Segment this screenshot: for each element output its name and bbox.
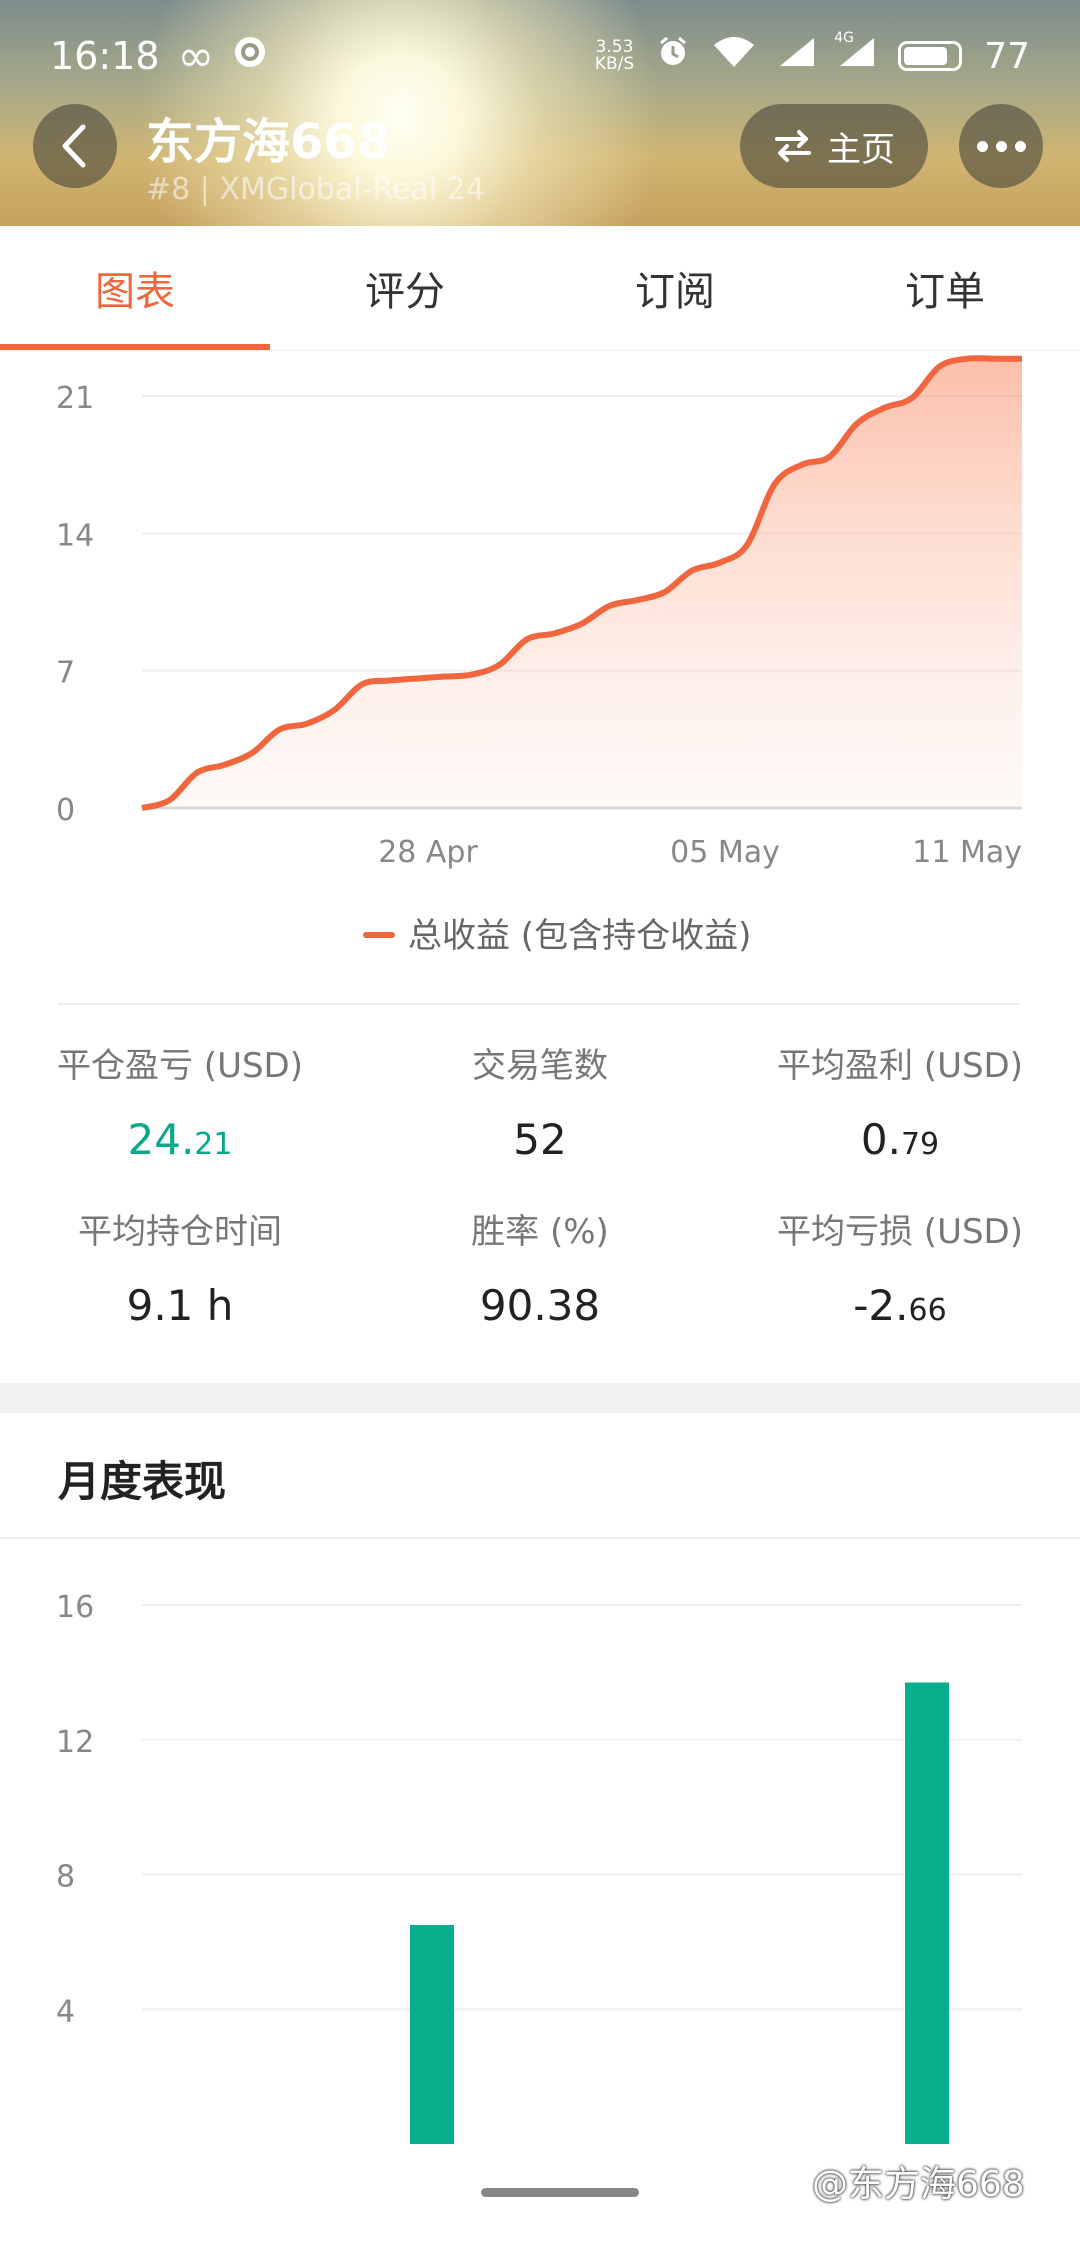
trader-account: #8 | XMGlobal-Real 24 bbox=[146, 172, 485, 207]
stat-avg-profit: 平均盈利 (USD) 0.79 bbox=[720, 1038, 1080, 1164]
status-time: 16:18 bbox=[50, 34, 160, 78]
tab-subscribe[interactable]: 订阅 bbox=[540, 226, 810, 350]
chart-legend: 总收益 (包含持仓收益) bbox=[363, 916, 751, 956]
tab-label: 订单 bbox=[905, 269, 985, 315]
stat-value: 9.1 h bbox=[0, 1281, 360, 1330]
stat-label: 胜率 (%) bbox=[471, 1212, 609, 1252]
stat-avg-hold-time: 平均持仓时间 9.1 h bbox=[0, 1204, 360, 1330]
signal-4g-icon: 4G bbox=[834, 30, 876, 77]
monthly-performance-title: 月度表现 bbox=[58, 1457, 227, 1506]
more-dot-icon bbox=[1014, 140, 1026, 152]
battery-level: 77 bbox=[984, 35, 1030, 77]
net-speed: 3.53 KB/S bbox=[595, 39, 634, 73]
x-tick-label: 11 May bbox=[912, 835, 1022, 870]
stat-int: 90.38 bbox=[479, 1281, 601, 1330]
trader-name: 东方海668 bbox=[146, 114, 391, 170]
monthly-bar-chart: 4 8 12 16 bbox=[56, 1590, 1022, 2144]
watermark: @东方海668 bbox=[812, 2164, 1025, 2205]
x-tick-label: 05 May bbox=[670, 835, 780, 870]
stat-label: 平均亏损 (USD) bbox=[777, 1212, 1023, 1252]
y-tick-label: 21 bbox=[56, 381, 94, 416]
equity-area-fill bbox=[142, 358, 1022, 808]
stat-value: 24.21 bbox=[0, 1115, 360, 1164]
stat-label: 平仓盈亏 (USD) bbox=[57, 1046, 303, 1086]
back-button[interactable] bbox=[33, 104, 117, 188]
home-button-label: 主页 bbox=[827, 129, 895, 170]
legend-label: 总收益 (包含持仓收益) bbox=[408, 916, 751, 956]
y-tick-label: 8 bbox=[56, 1860, 75, 1895]
y-tick-label: 0 bbox=[56, 793, 75, 828]
stat-dec: 21 bbox=[194, 1127, 233, 1162]
alarm-icon bbox=[656, 35, 690, 78]
divider bbox=[58, 1003, 1020, 1005]
stat-int: 24. bbox=[127, 1115, 195, 1164]
stat-closed-pnl: 平仓盈亏 (USD) 24.21 bbox=[0, 1038, 360, 1164]
home-indicator[interactable] bbox=[481, 2188, 639, 2197]
y-tick-label: 14 bbox=[56, 518, 94, 553]
stat-int: 9.1 h bbox=[126, 1281, 234, 1330]
tab-label: 评分 bbox=[365, 269, 445, 315]
y-tick-label: 12 bbox=[56, 1725, 94, 1760]
stat-int: 52 bbox=[513, 1115, 567, 1164]
stat-value: 0.79 bbox=[720, 1115, 1080, 1164]
stat-int: -2. bbox=[853, 1281, 909, 1330]
signal-icon bbox=[778, 36, 816, 77]
more-dot-icon bbox=[976, 140, 988, 152]
stat-int: 0. bbox=[860, 1115, 901, 1164]
app-notification-icon bbox=[232, 34, 268, 79]
swap-icon bbox=[775, 130, 811, 162]
stat-dec: 79 bbox=[900, 1127, 940, 1162]
stat-trade-count: 交易笔数 52 bbox=[360, 1038, 720, 1164]
tab-label: 图表 bbox=[95, 269, 175, 315]
stat-label: 交易笔数 bbox=[472, 1046, 608, 1086]
tab-chart[interactable]: 图表 bbox=[0, 226, 270, 350]
stat-value: 52 bbox=[360, 1115, 720, 1164]
stat-value: 90.38 bbox=[360, 1281, 720, 1330]
stat-win-rate: 胜率 (%) 90.38 bbox=[360, 1204, 720, 1330]
network-type: 4G bbox=[834, 29, 854, 46]
stat-dec: 66 bbox=[908, 1293, 947, 1328]
home-button[interactable]: 主页 bbox=[740, 104, 928, 188]
battery-icon bbox=[898, 41, 963, 71]
wifi-icon bbox=[712, 35, 756, 78]
more-button[interactable] bbox=[959, 104, 1043, 188]
y-tick-label: 4 bbox=[56, 1994, 75, 2029]
stat-avg-loss: 平均亏损 (USD) -2.66 bbox=[720, 1204, 1080, 1330]
tab-orders[interactable]: 订单 bbox=[810, 226, 1080, 350]
more-dot-icon bbox=[995, 140, 1007, 152]
profile-header: 16:18 ∞ 3.53 KB/S 4G 77 东方海668 #8 | XMGl… bbox=[0, 0, 1080, 226]
back-arrow-icon bbox=[62, 124, 86, 168]
tab-bar: 图表 评分 订阅 订单 bbox=[0, 226, 1080, 351]
month-bar bbox=[905, 1682, 949, 2144]
infinity-icon: ∞ bbox=[177, 30, 215, 82]
y-tick-label: 16 bbox=[56, 1590, 94, 1625]
stat-label: 平均持仓时间 bbox=[78, 1212, 282, 1252]
divider bbox=[0, 1537, 1080, 1539]
tab-label: 订阅 bbox=[635, 269, 715, 315]
net-speed-unit: KB/S bbox=[594, 54, 635, 74]
tab-rating[interactable]: 评分 bbox=[270, 226, 540, 350]
stat-value: -2.66 bbox=[720, 1281, 1080, 1330]
stat-label: 平均盈利 (USD) bbox=[777, 1046, 1023, 1086]
section-separator bbox=[0, 1383, 1080, 1413]
month-bar bbox=[410, 1925, 454, 2144]
equity-chart: 0 7 14 21 28 Apr 05 May 11 May 总收益 (包含持仓收益) bbox=[56, 355, 1022, 956]
y-tick-label: 7 bbox=[56, 656, 75, 691]
status-bar: 16:18 ∞ 3.53 KB/S 4G 77 bbox=[50, 28, 1030, 84]
x-tick-label: 28 Apr bbox=[378, 835, 478, 870]
